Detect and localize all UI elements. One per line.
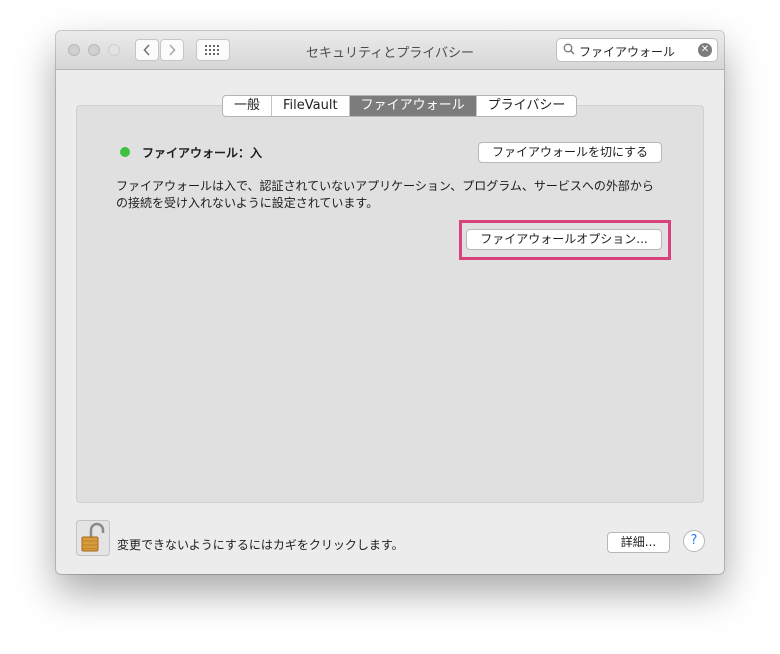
clear-search-icon[interactable]: ✕ <box>698 43 712 57</box>
unlocked-padlock-icon[interactable] <box>76 520 110 556</box>
help-button[interactable]: ? <box>683 530 705 552</box>
firewall-options-button[interactable]: ファイアウォールオプション... <box>466 229 662 250</box>
title-bar: セキュリティとプライバシー ファイアウォール ✕ <box>56 31 724 70</box>
lock-instruction-text: 変更できないようにするにはカギをクリックします。 <box>117 538 404 552</box>
search-field[interactable]: ファイアウォール ✕ <box>556 38 718 62</box>
tab-filevault[interactable]: FileVault <box>272 96 350 116</box>
search-input[interactable]: ファイアウォール <box>579 43 675 60</box>
firewall-description: ファイアウォールは入で、認証されていないアプリケーション、プログラム、サービスへ… <box>116 179 654 210</box>
firewall-status-label: ファイアウォール：入 <box>142 146 263 160</box>
tab-general[interactable]: 一般 <box>223 96 273 116</box>
preferences-window: セキュリティとプライバシー ファイアウォール ✕ 一般 FileVault ファ… <box>56 31 724 574</box>
search-icon <box>563 43 575 55</box>
tab-content-panel <box>76 105 704 503</box>
turn-off-firewall-button[interactable]: ファイアウォールを切にする <box>478 142 662 163</box>
firewall-status-indicator <box>120 147 130 157</box>
tab-privacy[interactable]: プライバシー <box>477 96 577 116</box>
tab-bar: 一般 FileVault ファイアウォール プライバシー <box>222 95 578 117</box>
advanced-button[interactable]: 詳細... <box>607 532 670 553</box>
tab-firewall[interactable]: ファイアウォール <box>349 96 477 116</box>
